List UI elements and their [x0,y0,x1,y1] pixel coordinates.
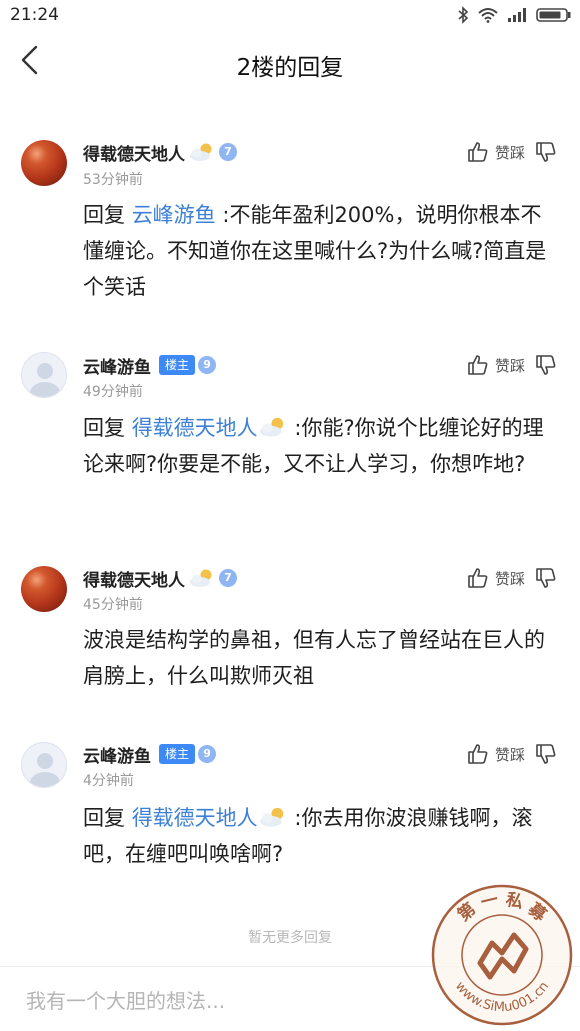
avatar[interactable] [21,566,67,612]
mention-link[interactable]: 云峰游鱼 [132,203,216,227]
vote-label: 赞踩 [494,356,525,375]
comment-text: 回复 得载德天地人 :你能?你说个比缠论好的理论来啊?你要是不能，又不让人学习，… [83,410,553,482]
vote-bar: 赞踩 [467,139,557,165]
sun-cloud-icon [259,417,283,437]
owner-badge: 楼主 [159,355,196,375]
level-badge: 9 [198,745,217,763]
mention-link[interactable]: 得载德天地人 [132,806,258,830]
comment-text: 波浪是结构学的鼻祖，但有人忘了曾经站在巨人的肩膀上，什么叫欺师灭祖 [83,622,553,694]
user-line: 云峰游鱼 楼主 9 [83,741,217,767]
thumb-down-icon[interactable] [535,567,557,589]
thumb-up-icon[interactable] [467,743,489,765]
default-avatar-icon [30,753,60,787]
sun-cloud-icon [259,807,283,827]
thumb-down-icon[interactable] [535,354,557,376]
status-time: 21:24 [10,5,59,25]
comment-text: 回复 得载德天地人 :你去用你波浪赚钱啊，滚吧，在缠吧叫唤啥啊? [83,800,553,872]
reply-prefix: 回复 [83,416,125,440]
watermark-stamp: 第 一 私 募 www.SiMu001.cn [431,884,573,1026]
user-line: 云峰游鱼 楼主 9 [83,352,217,378]
wifi-icon [478,8,498,23]
reply-prefix: 回复 [83,203,125,227]
thumb-down-icon[interactable] [535,743,557,765]
level-badge: 7 [219,569,237,587]
username[interactable]: 云峰游鱼 [83,742,151,767]
thumb-up-icon[interactable] [467,567,489,589]
username[interactable]: 云峰游鱼 [83,353,151,378]
thumb-down-icon[interactable] [535,141,557,163]
avatar[interactable] [21,352,67,398]
vote-label: 赞踩 [494,745,525,764]
avatar[interactable] [21,140,67,186]
vote-bar: 赞踩 [467,352,557,378]
vote-bar: 赞踩 [467,741,557,767]
reply-input[interactable]: 我有一个大胆的想法... [26,985,225,1014]
user-line: 得载德天地人 7 [83,565,237,591]
avatar[interactable] [21,742,67,788]
vote-label: 赞踩 [494,143,525,162]
owner-badge: 楼主 [159,744,196,764]
page-title: 2楼的回复 [236,55,344,81]
timestamp: 49分钟前 [83,384,143,400]
status-icons [457,6,572,24]
comment-content: 波浪是结构学的鼻祖，但有人忘了曾经站在巨人的肩膀上，什么叫欺师灭祖 [83,628,545,688]
timestamp: 45分钟前 [83,597,143,613]
bluetooth-icon [458,6,469,24]
default-avatar-icon [30,363,60,397]
user-line: 得载德天地人 7 [83,139,237,165]
mention-link[interactable]: 得载德天地人 [132,416,258,440]
sun-cloud-icon [190,143,212,161]
level-badge: 7 [219,143,237,161]
comment-text: 回复 云峰游鱼 :不能年盈利200%，说明你根本不懂缠论。不知道你在这里喊什么?… [83,197,553,305]
username[interactable]: 得载德天地人 [83,566,185,591]
username[interactable]: 得载德天地人 [83,140,185,165]
timestamp: 53分钟前 [83,172,143,188]
signal-icon [508,8,526,22]
nav-bar: 2楼的回复 [0,32,580,94]
thumb-up-icon[interactable] [467,354,489,376]
thumb-up-icon[interactable] [467,141,489,163]
vote-label: 赞踩 [494,569,525,588]
timestamp: 4分钟前 [83,773,134,789]
reply-prefix: 回复 [83,806,125,830]
level-badge: 9 [198,356,217,374]
battery-icon [536,8,571,22]
vote-bar: 赞踩 [467,565,557,591]
status-bar: 21:24 [0,0,580,32]
sun-cloud-icon [190,569,212,587]
